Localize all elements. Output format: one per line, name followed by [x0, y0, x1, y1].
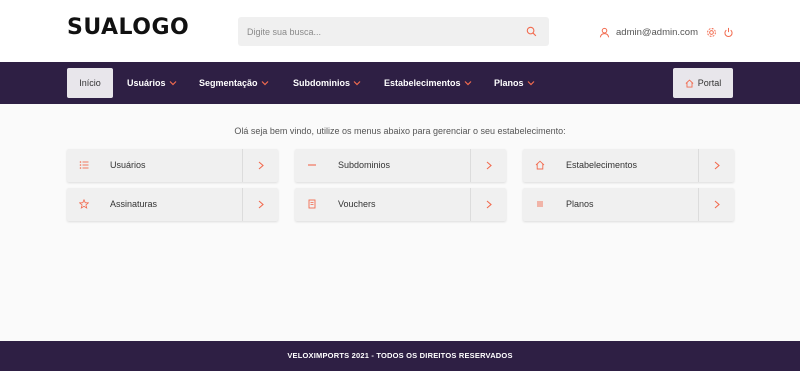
chevron-down-icon [169, 81, 176, 86]
card-assinaturas-label: Assinaturas [110, 199, 158, 209]
nav-planos-label: Planos [494, 78, 524, 88]
card-vouchers[interactable]: Vouchers [295, 188, 506, 221]
card-divider [242, 188, 243, 221]
home-icon [535, 160, 545, 170]
home-icon [685, 78, 694, 88]
card-divider [470, 149, 471, 182]
card-estabelecimentos[interactable]: Estabelecimentos [523, 149, 734, 182]
nav-segmentacao-label: Segmentação [199, 78, 258, 88]
card-divider [698, 188, 699, 221]
nav-estabelecimentos-label: Estabelecimentos [384, 78, 461, 88]
welcome-message: Olá seja bem vindo, utilize os menus aba… [234, 126, 566, 136]
chevron-down-icon [261, 81, 268, 86]
card-vouchers-label: Vouchers [338, 199, 376, 209]
footer: VELOXIMPORTS 2021 - TODOS OS DIREITOS RE… [0, 341, 800, 371]
card-divider [242, 149, 243, 182]
nav-subdominios[interactable]: Subdominios [293, 68, 361, 98]
nav-planos[interactable]: Planos [494, 68, 535, 98]
card-subdominios-label: Subdominios [338, 160, 391, 170]
power-icon[interactable] [723, 27, 734, 38]
card-assinaturas[interactable]: Assinaturas [67, 188, 278, 221]
card-usuarios[interactable]: Usuários [67, 149, 278, 182]
card-divider [698, 149, 699, 182]
main-navbar: Início Usuários Segmentação Subdominios … [0, 62, 800, 104]
lines-icon [537, 201, 543, 207]
chevron-down-icon [464, 81, 471, 86]
card-planos-label: Planos [566, 199, 594, 209]
document-icon [308, 199, 316, 209]
card-planos[interactable]: Planos [523, 188, 734, 221]
nav-segmentacao[interactable]: Segmentação [199, 68, 269, 98]
chevron-right-icon[interactable] [257, 161, 265, 170]
chevron-right-icon[interactable] [257, 200, 265, 209]
gear-icon[interactable] [706, 27, 717, 38]
list-icon [79, 161, 89, 169]
user-icon [599, 27, 610, 37]
logo[interactable]: SUALOGO [67, 15, 189, 40]
dash-icon [308, 164, 316, 166]
search-input[interactable] [238, 17, 518, 46]
star-icon [79, 199, 89, 209]
card-usuarios-label: Usuários [110, 160, 146, 170]
card-divider [470, 188, 471, 221]
chevron-right-icon[interactable] [713, 200, 721, 209]
search-icon[interactable] [526, 26, 537, 37]
nav-usuarios[interactable]: Usuários [127, 68, 177, 98]
user-area: admin@admin.com [599, 25, 740, 39]
card-estabelecimentos-label: Estabelecimentos [566, 160, 638, 170]
chevron-down-icon [527, 81, 534, 86]
chevron-right-icon[interactable] [485, 200, 493, 209]
top-header: SUALOGO admin@admin.com [0, 0, 800, 62]
chevron-down-icon [353, 81, 361, 86]
user-email[interactable]: admin@admin.com [616, 27, 698, 38]
nav-home[interactable]: Início [67, 68, 113, 98]
chevron-right-icon[interactable] [485, 161, 493, 170]
nav-subdominios-label: Subdominios [293, 78, 350, 88]
nav-estabelecimentos[interactable]: Estabelecimentos [384, 68, 472, 98]
portal-label: Portal [697, 78, 722, 88]
card-subdominios[interactable]: Subdominios [295, 149, 506, 182]
chevron-right-icon[interactable] [713, 161, 721, 170]
portal-button[interactable]: Portal [673, 68, 733, 98]
search-box [238, 17, 549, 46]
nav-usuarios-label: Usuários [127, 78, 166, 88]
